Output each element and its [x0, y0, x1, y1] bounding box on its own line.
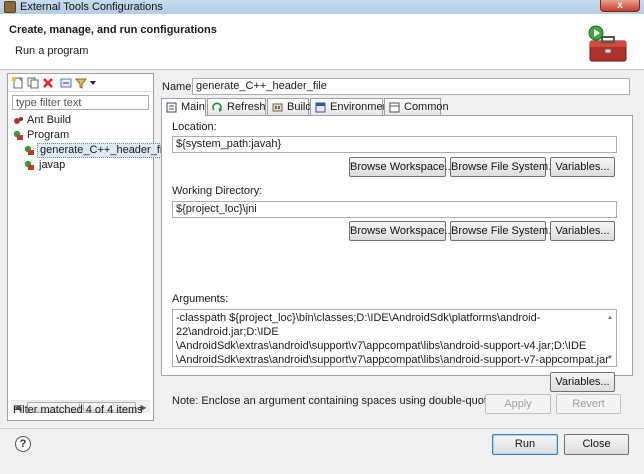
window-title-bar: External Tools Configurations x [0, 0, 644, 14]
program-icon [13, 130, 23, 140]
dialog-header: Create, manage, and run configurations R… [0, 14, 644, 70]
tree-item-javap[interactable]: javap [8, 158, 153, 173]
scroll-down-icon[interactable]: ▼ [607, 351, 613, 365]
scroll-up-icon[interactable]: ▲ [607, 311, 613, 325]
arguments-textarea[interactable]: -classpath ${project_loc}\bin\classes;D:… [172, 309, 617, 367]
window-close-button[interactable]: x [600, 0, 640, 12]
program-config-icon [24, 160, 34, 170]
tab-common[interactable]: Common [384, 98, 449, 115]
location-browse-workspace-button[interactable]: Browse Workspace... [349, 157, 454, 177]
tree-item-generate-c-header-file[interactable]: generate_C++_header_file [8, 143, 174, 158]
arguments-variables-button[interactable]: Variables... [550, 372, 615, 392]
view-menu-chevron-down-icon[interactable] [89, 77, 97, 89]
new-config-icon[interactable] [12, 77, 24, 89]
arguments-text: -classpath ${project_loc}\bin\classes;D:… [176, 312, 609, 366]
configuration-editor-panel: Name: generate_C++_header_file Main Refr… [158, 73, 635, 421]
location-variables-button[interactable]: Variables... [550, 157, 615, 177]
filter-configs-icon[interactable] [75, 77, 87, 89]
filter-status-text: Filter matched 4 of 4 items [13, 404, 143, 416]
header-title: Create, manage, and run configurations [9, 24, 217, 36]
apply-button[interactable]: Apply [485, 394, 551, 414]
configuration-list-panel: Ant Build Program generate_C++_header_fi… [7, 73, 174, 421]
footer-separator [0, 428, 644, 429]
tab-label: Common [404, 101, 449, 113]
tree-item-ant-build[interactable]: Ant Build [8, 113, 153, 128]
tree-item-label: Ant Build [27, 114, 72, 126]
window-title: External Tools Configurations [20, 1, 163, 13]
working-dir-browse-file-system-button[interactable]: Browse File System... [450, 221, 557, 241]
common-icon [389, 102, 400, 113]
run-button[interactable]: Run [492, 434, 558, 455]
program-config-icon [24, 145, 34, 155]
name-input[interactable]: generate_C++_header_file [192, 78, 630, 95]
close-button[interactable]: Close [564, 434, 629, 455]
duplicate-config-icon[interactable] [27, 77, 39, 89]
working-dir-browse-workspace-button[interactable]: Browse Workspace... [349, 221, 454, 241]
arguments-label: Arguments: [172, 293, 229, 305]
revert-button[interactable]: Revert [556, 394, 621, 414]
environment-icon [315, 102, 326, 113]
tree-item-program[interactable]: Program [8, 128, 153, 143]
collapse-all-icon[interactable] [60, 77, 72, 89]
tab-label: Refresh [227, 101, 266, 113]
tab-label: Environment [330, 101, 392, 113]
filter-input[interactable] [12, 95, 149, 110]
tab-build[interactable]: Build [267, 98, 312, 115]
working-directory-label: Working Directory: [172, 185, 263, 197]
tab-refresh[interactable]: Refresh [207, 98, 266, 115]
main-tab-icon [166, 102, 177, 113]
tab-environment[interactable]: Environment [310, 98, 392, 115]
refresh-icon [212, 102, 222, 112]
arguments-note: Note: Enclose an argument containing spa… [172, 395, 516, 407]
tree-item-label: generate_C++_header_file [37, 143, 174, 158]
working-directory-field[interactable]: ${project_loc}\jni [172, 201, 617, 218]
location-browse-file-system-button[interactable]: Browse File System... [450, 157, 557, 177]
configuration-tree: Ant Build Program generate_C++_header_fi… [8, 113, 174, 173]
location-label: Location: [172, 121, 217, 133]
location-field[interactable]: ${system_path:javah} [172, 136, 617, 153]
tree-item-label: Program [27, 129, 70, 141]
app-icon [4, 1, 16, 13]
tab-main[interactable]: Main [161, 98, 206, 116]
delete-config-icon[interactable] [42, 77, 54, 89]
toolbox-icon [588, 25, 627, 62]
arguments-scrollbar[interactable]: ▲ ▼ [607, 311, 615, 365]
ant-build-icon [14, 117, 23, 124]
tree-item-label: javap [39, 159, 66, 171]
name-label: Name: [162, 81, 195, 93]
tab-label: Build [287, 101, 312, 113]
tab-label: Main [181, 101, 205, 113]
left-toolbar [8, 74, 153, 92]
main-tab-content: Location: ${system_path:javah} Browse Wo… [161, 115, 633, 407]
help-icon[interactable]: ? [15, 436, 31, 452]
header-subtitle: Run a program [15, 45, 89, 57]
working-dir-variables-button[interactable]: Variables... [550, 221, 615, 241]
build-icon [272, 103, 283, 112]
